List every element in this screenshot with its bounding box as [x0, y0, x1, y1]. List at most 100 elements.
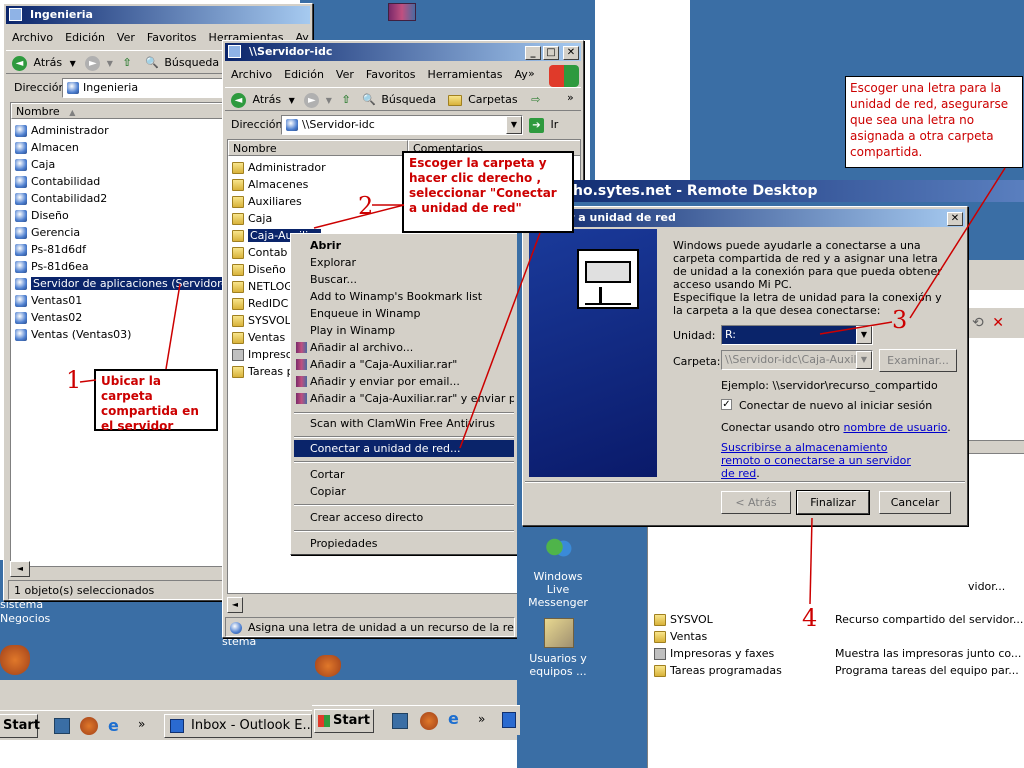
back-button[interactable]: Atrás: [253, 93, 282, 106]
list-item[interactable]: Ps-81d6ea: [15, 258, 89, 275]
folder-up-icon[interactable]: ⇧: [122, 56, 131, 69]
dropdown-arrow-icon[interactable]: ▼: [856, 326, 872, 344]
menu-item-cortar[interactable]: Cortar: [294, 466, 514, 483]
remote-desktop-titlebar[interactable]: ho.sytes.net - Remote Desktop: [517, 180, 1024, 202]
remote-list-item[interactable]: Ventas: [654, 628, 707, 645]
users-computers-icon[interactable]: [544, 618, 574, 648]
menu-item-copiar[interactable]: Copiar: [294, 483, 514, 500]
minimize-button[interactable]: _: [525, 46, 541, 60]
list-item[interactable]: Ventas (Ventas03): [15, 326, 131, 343]
cancelar-button[interactable]: Cancelar: [879, 491, 951, 514]
menu-favoritos[interactable]: Favoritos: [147, 31, 197, 44]
column-header-nombre[interactable]: Nombre: [228, 140, 408, 156]
list-item[interactable]: Impresoras y faxes: [232, 346, 294, 363]
list-item[interactable]: Contab: [232, 244, 287, 261]
start-button[interactable]: Start: [314, 709, 374, 733]
chevron-right-icon[interactable]: »: [138, 717, 145, 731]
finalizar-button[interactable]: Finalizar: [796, 490, 870, 515]
examinar-button[interactable]: Examinar...: [879, 349, 957, 372]
search-button[interactable]: Búsqueda: [164, 56, 219, 69]
list-item[interactable]: Ventas02: [15, 309, 82, 326]
subscribe-link[interactable]: Suscribirse a almacenamiento remoto o co…: [721, 441, 911, 480]
quicklaunch-desktop-icon[interactable]: [54, 718, 70, 734]
refresh-icon[interactable]: ⟲: [972, 315, 984, 331]
horizontal-scrollbar[interactable]: ◄: [227, 597, 243, 613]
list-item[interactable]: Tareas programadas: [232, 363, 294, 380]
list-item-selected[interactable]: Servidor de aplicaciones (Servidor-idc): [15, 275, 248, 292]
menu-item-rar-add[interactable]: Añadir al archivo...: [294, 339, 514, 356]
maximize-button[interactable]: □: [543, 46, 559, 60]
carpeta-combo[interactable]: \\Servidor-idc\Caja-Auxilia ▼: [721, 350, 873, 370]
close-button[interactable]: ✕: [947, 212, 963, 226]
menu-herramientas[interactable]: Herramientas: [428, 68, 503, 81]
menu-ver[interactable]: Ver: [117, 31, 135, 44]
users-computers-label[interactable]: Usuarios y equipos ...: [521, 652, 595, 678]
taskbar-item-icon[interactable]: [502, 712, 516, 728]
quicklaunch-ie-icon[interactable]: e: [448, 710, 466, 728]
dropdown-arrow-icon[interactable]: ▼: [326, 96, 332, 105]
menu-item-rar-named-email[interactable]: Añadir a "Caja-Auxiliar.rar" y enviar po…: [294, 390, 514, 407]
windows-live-messenger-label[interactable]: Windows Live Messenger: [521, 570, 595, 609]
list-item[interactable]: Ventas: [232, 329, 285, 346]
back-button[interactable]: < Atrás: [721, 491, 791, 514]
folders-button[interactable]: Carpetas: [468, 93, 517, 106]
forward-arrow-icon[interactable]: ►: [304, 92, 320, 108]
fox-icon-2[interactable]: [315, 655, 341, 677]
menu-ayuda[interactable]: Ay: [514, 68, 527, 81]
unidad-select[interactable]: R: ▼: [721, 325, 873, 345]
windows-live-messenger-icon[interactable]: [544, 535, 574, 565]
list-item[interactable]: Almacenes: [232, 176, 308, 193]
quicklaunch-ie-icon[interactable]: e: [108, 717, 126, 735]
menu-edicion[interactable]: Edición: [65, 31, 105, 44]
menu-edicion[interactable]: Edición: [284, 68, 324, 81]
dropdown-arrow-icon[interactable]: ▼: [107, 59, 113, 68]
quicklaunch-desktop-icon[interactable]: [392, 713, 408, 729]
chevron-right-icon[interactable]: »: [567, 91, 574, 104]
list-item[interactable]: Administrador: [15, 122, 109, 139]
menu-archivo[interactable]: Archivo: [12, 31, 53, 44]
search-icon[interactable]: 🔍: [362, 93, 376, 106]
dropdown-arrow-icon[interactable]: ▼: [289, 96, 295, 105]
remote-list-item[interactable]: SYSVOL: [654, 611, 713, 628]
menu-item-crear-acceso[interactable]: Crear acceso directo: [294, 509, 514, 526]
list-item[interactable]: Administrador: [232, 159, 326, 176]
list-item[interactable]: Caja: [232, 210, 272, 227]
menu-item-winamp-enqueue[interactable]: Enqueue in Winamp: [294, 305, 514, 322]
list-item[interactable]: Auxiliares: [232, 193, 302, 210]
dialog-title-bar[interactable]: r a unidad de red ✕: [525, 209, 965, 227]
menu-item-explorar[interactable]: Explorar: [294, 254, 514, 271]
remote-list-item[interactable]: Impresoras y faxes: [654, 645, 774, 662]
title-bar[interactable]: \\Servidor-idc _ □ ✕: [225, 43, 581, 61]
menu-item-clamwin[interactable]: Scan with ClamWin Free Antivirus: [294, 415, 514, 432]
menu-item-winamp-bookmark[interactable]: Add to Winamp's Bookmark list: [294, 288, 514, 305]
dropdown-arrow-icon[interactable]: ▼: [506, 116, 522, 134]
list-item[interactable]: Ps-81d6df: [15, 241, 86, 258]
list-item[interactable]: Almacen: [15, 139, 79, 156]
list-item[interactable]: Caja: [15, 156, 55, 173]
list-item[interactable]: NETLOGON: [232, 278, 294, 295]
quicklaunch-fox-icon[interactable]: [80, 717, 98, 735]
list-item[interactable]: Diseño: [15, 207, 69, 224]
list-item[interactable]: Contabilidad: [15, 173, 100, 190]
back-arrow-icon[interactable]: ◄: [12, 55, 27, 71]
list-item[interactable]: Gerencia: [15, 224, 80, 241]
list-item[interactable]: Contabilidad2: [15, 190, 107, 207]
chevron-right-icon[interactable]: »: [528, 67, 535, 80]
search-button[interactable]: Búsqueda: [381, 93, 436, 106]
remote-list-item[interactable]: Tareas programadas: [654, 662, 782, 679]
list-item[interactable]: Ventas01: [15, 292, 82, 309]
back-button[interactable]: Atrás: [34, 56, 63, 69]
back-arrow-icon[interactable]: ◄: [231, 92, 246, 108]
menu-item-buscar[interactable]: Buscar...: [294, 271, 514, 288]
quicklaunch-fox-icon[interactable]: [420, 712, 438, 730]
menu-item-winamp-play[interactable]: Play in Winamp: [294, 322, 514, 339]
delete-x-icon[interactable]: ✕: [992, 315, 1004, 331]
close-button[interactable]: ✕: [563, 46, 579, 60]
list-item[interactable]: Diseño: [232, 261, 286, 278]
fox-icon[interactable]: [0, 645, 30, 675]
address-input[interactable]: \\Servidor-idc ▼: [281, 115, 523, 135]
menu-item-propiedades[interactable]: Propiedades: [294, 535, 514, 552]
start-button[interactable]: Start: [0, 714, 40, 738]
menu-favoritos[interactable]: Favoritos: [366, 68, 416, 81]
chevron-right-icon[interactable]: »: [478, 712, 485, 726]
